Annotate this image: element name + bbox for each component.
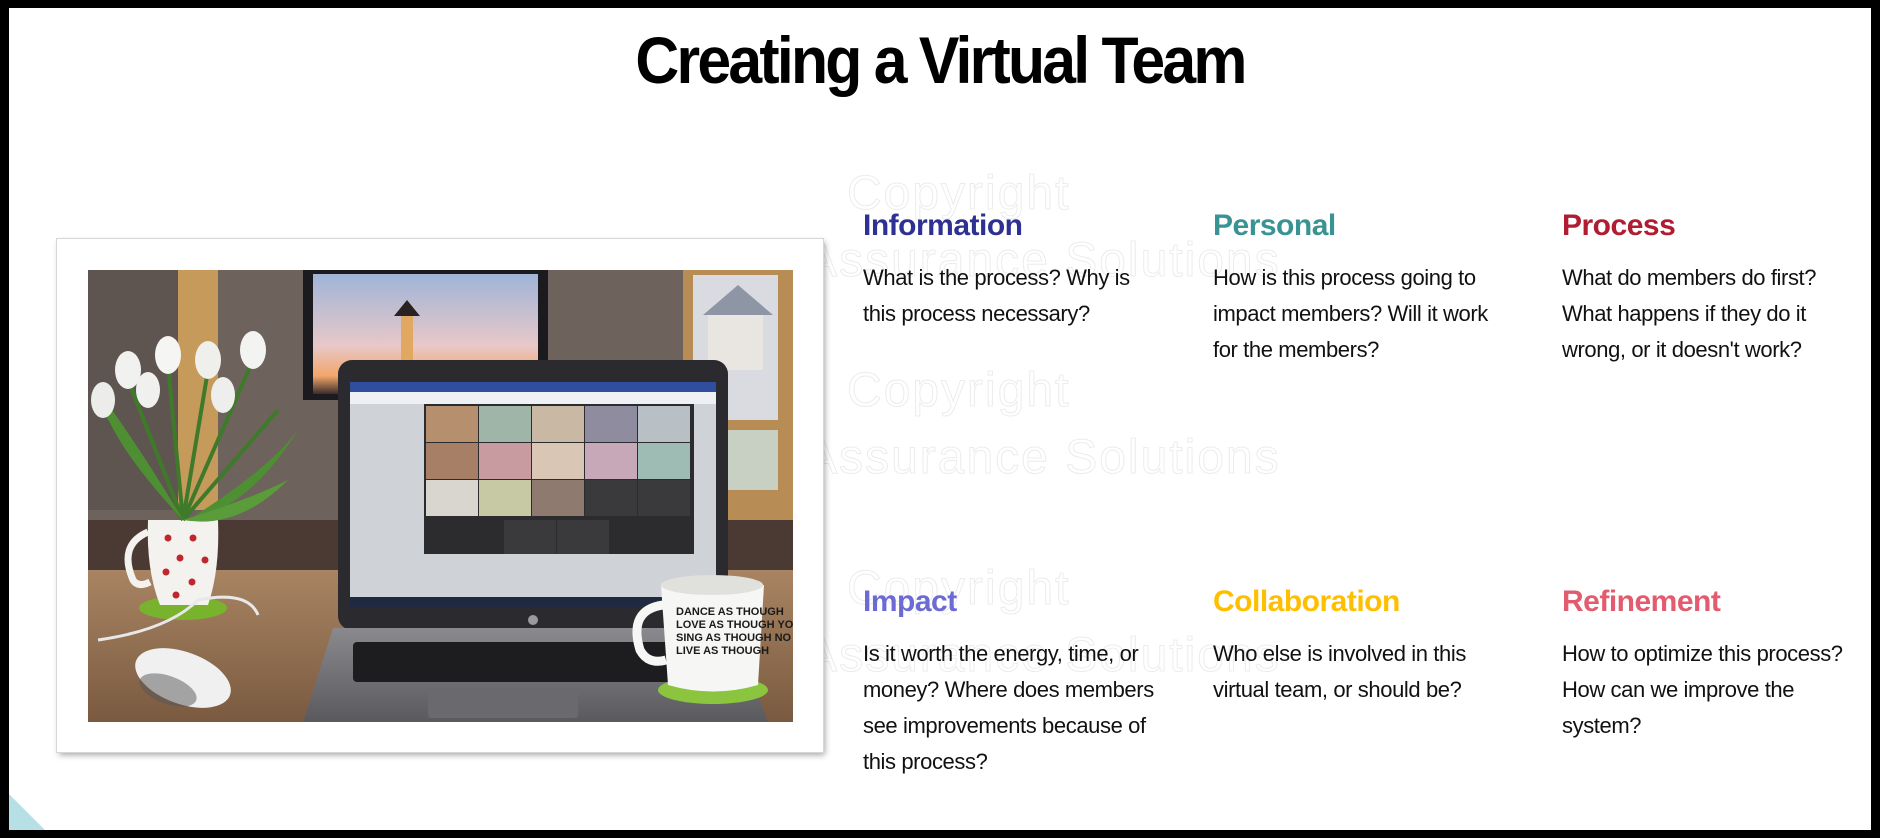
topic-heading: Process [1562,209,1676,242]
topic-process: Process What do members do first? What h… [1562,208,1862,368]
topic-heading: Information [863,209,1023,242]
virtual-meeting-photo: DANCE AS THOUGH LOVE AS THOUGH YOU SING … [88,270,793,722]
topic-heading: Refinement [1562,585,1721,618]
mug-text-line: SING AS THOUGH NO [676,632,792,644]
mug-text-line: LIVE AS THOUGH [676,645,769,657]
topic-body: How is this process going to impact memb… [1213,265,1488,362]
topic-body: Is it worth the energy, time, or money? … [863,641,1154,774]
topic-personal: Personal How is this process going to im… [1213,208,1513,368]
corner-accent-triangle [9,794,45,830]
topic-heading: Collaboration [1213,585,1400,618]
watermark-copyright: Copyright [846,364,1071,418]
topic-body: Who else is involved in this virtual tea… [1213,641,1466,702]
slide-title: Creating a Virtual Team [635,23,1247,97]
mug-text-line: LOVE AS THOUGH YOU [676,619,793,631]
photo-frame: DANCE AS THOUGH LOVE AS THOUGH YOU SING … [57,239,823,752]
topic-heading: Personal [1213,209,1336,242]
mug-text-line: DANCE AS THOUGH [676,606,784,618]
topic-body: What is the process? Why is this process… [863,265,1130,326]
topic-information: Information What is the process? Why is … [863,208,1163,332]
topic-heading: Impact [863,585,957,618]
topic-refinement: Refinement How to optimize this process?… [1562,584,1862,744]
topic-body: What do members do first? What happens i… [1562,265,1817,362]
topic-impact: Impact Is it worth the energy, time, or … [863,584,1163,780]
topic-collaboration: Collaboration Who else is involved in th… [1213,584,1513,708]
topic-body: How to optimize this process? How can we… [1562,641,1843,738]
photo-illustration: DANCE AS THOUGH LOVE AS THOUGH YOU SING … [88,270,793,722]
slide: Creating a Virtual Team Copyright Qualit… [9,8,1871,830]
polka-dot-jug [147,520,219,605]
hp-logo [528,615,538,625]
